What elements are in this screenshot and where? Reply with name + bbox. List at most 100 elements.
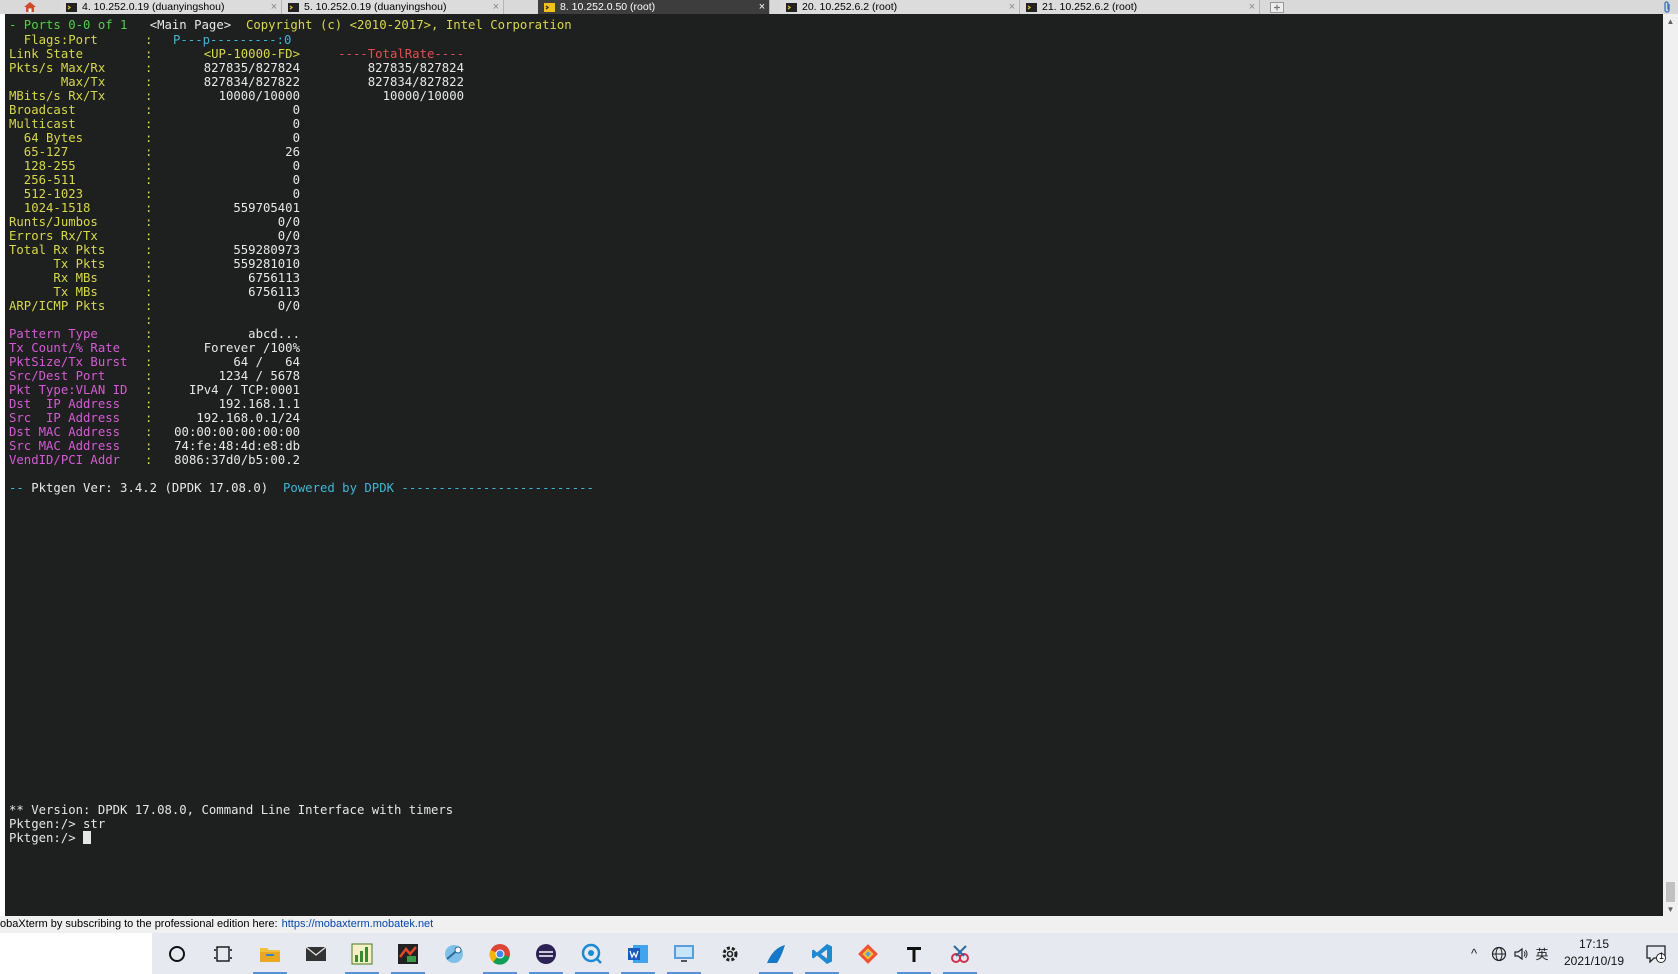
config-label: Src MAC Address bbox=[9, 439, 121, 453]
stat-label: MBits/s Rx/Tx bbox=[9, 89, 106, 103]
scroll-up-arrow-icon[interactable]: ▲ bbox=[1663, 14, 1678, 28]
terminal-tab-icon bbox=[288, 2, 299, 12]
stat-label: 1024-1518 bbox=[9, 201, 91, 215]
cortana-button[interactable] bbox=[154, 933, 200, 974]
volume-button[interactable] bbox=[1510, 933, 1532, 974]
link-state-value: <UP-10000-FD> bbox=[203, 47, 300, 61]
scrollbar-thumb[interactable] bbox=[1666, 882, 1675, 902]
word-button[interactable] bbox=[615, 933, 661, 974]
terminal-tab-icon bbox=[66, 2, 77, 12]
tab-label: 4. 10.252.0.19 (duanyingshou) bbox=[82, 1, 225, 13]
vscode-button[interactable] bbox=[799, 933, 845, 974]
tab-label: 21. 10.252.6.2 (root) bbox=[1042, 1, 1138, 13]
config-label: Src/Dest Port bbox=[9, 369, 106, 383]
stat-value: 559281010 bbox=[233, 257, 300, 271]
flags-label: Flags:Port bbox=[9, 33, 98, 47]
stat-label: Total Rx Pkts bbox=[9, 243, 106, 257]
git-button[interactable] bbox=[845, 933, 891, 974]
stat-label: Multicast bbox=[9, 117, 76, 131]
typora-icon bbox=[907, 946, 921, 962]
tab-label: 5. 10.252.0.19 (duanyingshou) bbox=[304, 1, 447, 13]
separator: : bbox=[145, 425, 153, 439]
chrome-button[interactable] bbox=[477, 933, 523, 974]
config-row: Src/Dest Port: 1234 / 5678 bbox=[9, 369, 300, 384]
mail-button[interactable] bbox=[293, 933, 339, 974]
remote-desktop-button[interactable] bbox=[661, 933, 707, 974]
separator: : bbox=[145, 61, 153, 75]
network-status-button[interactable] bbox=[1488, 933, 1510, 974]
tray-overflow-button[interactable]: ^ bbox=[1464, 933, 1484, 974]
config-row: Dst MAC Address: 00:00:00:00:00:00 bbox=[9, 425, 300, 440]
tab-close-button[interactable]: × bbox=[489, 1, 503, 13]
eclipse-button[interactable] bbox=[523, 933, 569, 974]
tab-close-button[interactable]: × bbox=[1005, 1, 1019, 13]
stat-value: 559280973 bbox=[233, 243, 300, 257]
tab-session-21[interactable]: 21. 10.252.6.2 (root) × bbox=[1020, 0, 1260, 14]
tab-session-8[interactable]: 8. 10.252.0.50 (root) × bbox=[538, 0, 770, 14]
config-value: 1234 / 5678 bbox=[218, 369, 300, 383]
separator: : bbox=[145, 257, 153, 271]
settings-button[interactable] bbox=[707, 933, 753, 974]
separator: : bbox=[145, 103, 153, 117]
taskbar-clock[interactable]: 17:15 2021/10/19 bbox=[1556, 933, 1632, 974]
mobaxterm-button[interactable] bbox=[385, 933, 431, 974]
separator: : bbox=[145, 75, 153, 89]
snip-tool-button[interactable] bbox=[937, 933, 983, 974]
tab-session-5[interactable]: 5. 10.252.0.19 (duanyingshou) × bbox=[282, 0, 504, 14]
stat-row: Max/Tx: 827834/827822 827834/827822 bbox=[9, 75, 464, 90]
config-value: abcd... bbox=[248, 327, 300, 341]
typora-button[interactable] bbox=[891, 933, 937, 974]
separator: : bbox=[145, 201, 153, 215]
tab-close-button[interactable]: × bbox=[1245, 1, 1259, 13]
stat-label: 512-1023 bbox=[9, 187, 84, 201]
config-label: Dst IP Address bbox=[9, 397, 121, 411]
separator: : bbox=[145, 313, 153, 327]
tab-label: 20. 10.252.6.2 (root) bbox=[802, 1, 898, 13]
satellite-app-button[interactable] bbox=[431, 933, 477, 974]
cli-prompt-line[interactable]: Pktgen:/> bbox=[9, 831, 92, 846]
taskbar-search-box[interactable] bbox=[0, 933, 152, 974]
tab-session-4[interactable]: 4. 10.252.0.19 (duanyingshou) × bbox=[60, 0, 282, 14]
file-explorer-icon bbox=[260, 947, 280, 962]
terminal-tab-icon bbox=[544, 2, 555, 12]
config-label: Pattern Type bbox=[9, 327, 98, 341]
action-center-button[interactable]: 1 bbox=[1636, 933, 1676, 974]
stat-value: 827834/827822 bbox=[203, 75, 300, 89]
separator: : bbox=[145, 89, 153, 103]
upgrade-message: obaXterm by subscribing to the professio… bbox=[0, 918, 278, 930]
terminal-scrollbar[interactable]: ▲ ▼ bbox=[1663, 14, 1678, 916]
tab-close-button[interactable]: × bbox=[267, 1, 281, 13]
chat-app-button[interactable] bbox=[569, 933, 615, 974]
tab-session-20[interactable]: 20. 10.252.6.2 (root) × bbox=[780, 0, 1020, 14]
mobaxterm-link[interactable]: https://mobaxterm.mobatek.net bbox=[282, 918, 434, 930]
stat-value: 827835/827824 bbox=[203, 61, 300, 75]
notification-count: 1 bbox=[1659, 951, 1665, 961]
stat-value: 0 bbox=[292, 131, 300, 145]
new-tab-button[interactable] bbox=[1262, 0, 1292, 14]
stat-total: 827834/827822 bbox=[367, 75, 464, 89]
separator: : bbox=[145, 47, 153, 61]
file-explorer-button[interactable] bbox=[247, 933, 293, 974]
cortana-icon bbox=[169, 945, 185, 962]
charts-app-button[interactable] bbox=[339, 933, 385, 974]
config-row: Src MAC Address: 74:fe:48:4d:e8:db bbox=[9, 439, 300, 454]
task-view-button[interactable] bbox=[200, 933, 246, 974]
scroll-down-arrow-icon[interactable]: ▼ bbox=[1663, 902, 1678, 916]
wireshark-button[interactable] bbox=[753, 933, 799, 974]
mobaxterm-icon bbox=[398, 943, 418, 964]
stat-label: ARP/ICMP Pkts bbox=[9, 299, 106, 313]
stat-label: Pkts/s Max/Rx bbox=[9, 61, 106, 75]
input-method-indicator[interactable]: 英 bbox=[1532, 933, 1552, 974]
terminal-screen[interactable]: - Ports 0-0 of 1 <Main Page> Copyright (… bbox=[5, 14, 1663, 916]
attach-button[interactable] bbox=[1658, 0, 1676, 14]
stat-label: Max/Tx bbox=[9, 75, 106, 89]
total-rate-header: ----TotalRate---- bbox=[338, 47, 464, 61]
page-indicator: <Main Page> bbox=[149, 18, 232, 32]
stat-row: Runts/Jumbos: 0/0 bbox=[9, 215, 464, 230]
home-tab-button[interactable] bbox=[0, 0, 60, 14]
config-row: Dst IP Address: 192.168.1.1 bbox=[9, 397, 300, 412]
stat-value: 0 bbox=[292, 187, 300, 201]
home-icon bbox=[24, 2, 36, 12]
stat-label: Rx MBs bbox=[9, 271, 98, 285]
tab-close-button[interactable]: × bbox=[755, 1, 769, 13]
